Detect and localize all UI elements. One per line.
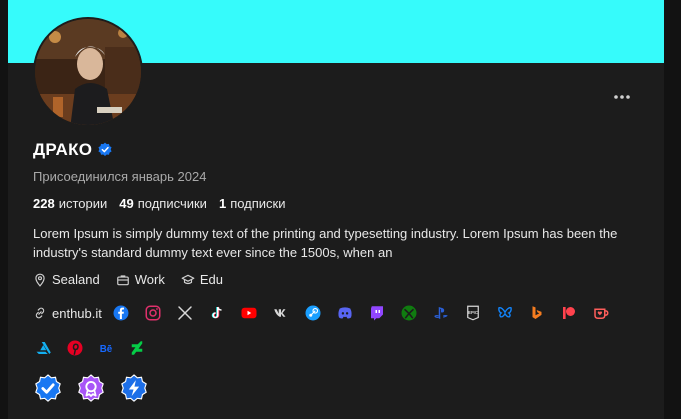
youtube-icon[interactable]	[240, 304, 258, 322]
svg-text:Bē: Bē	[100, 344, 113, 355]
xbox-icon[interactable]	[400, 304, 418, 322]
tiktok-icon[interactable]	[208, 304, 226, 322]
join-date: Присоединился январь 2024	[33, 169, 207, 184]
patreon-icon[interactable]	[560, 304, 578, 322]
profile-stats: 228 истории 49 подписчики 1 подписки	[33, 196, 286, 211]
instagram-icon[interactable]	[144, 304, 162, 322]
twitch-icon[interactable]	[368, 304, 386, 322]
link-icon	[35, 307, 45, 319]
graduation-cap-icon	[181, 274, 195, 284]
facebook-icon[interactable]	[112, 304, 130, 322]
work: Work	[116, 272, 165, 287]
education: Edu	[181, 272, 223, 287]
vk-icon[interactable]	[272, 304, 290, 322]
deviantart-icon[interactable]	[128, 339, 146, 357]
verified-icon	[98, 142, 112, 156]
location: Sealand	[33, 272, 100, 287]
artstation-icon[interactable]	[35, 339, 53, 357]
profile-name: ДРАКО	[33, 140, 93, 159]
more-options-button[interactable]	[612, 89, 632, 105]
website-link[interactable]: enthub.it	[33, 306, 102, 321]
svg-text:EPIC: EPIC	[468, 310, 478, 315]
followers-stat[interactable]: 49 подписчики	[119, 196, 207, 211]
discord-icon[interactable]	[336, 304, 354, 322]
epic-games-icon[interactable]: EPIC	[464, 304, 482, 322]
x-icon[interactable]	[176, 304, 194, 322]
briefcase-icon	[116, 274, 129, 285]
following-stat[interactable]: 1 подписки	[219, 196, 286, 211]
social-links-row-2: Bē	[35, 338, 159, 358]
social-links-row: enthub.it EPIC	[33, 303, 624, 323]
profile-bio: Lorem Ipsum is simply dummy text of the …	[33, 226, 618, 260]
pinterest-icon[interactable]	[66, 339, 84, 357]
location-pin-icon	[35, 273, 45, 287]
boost-badge[interactable]	[119, 374, 149, 404]
behance-icon[interactable]: Bē	[97, 339, 115, 357]
stories-stat[interactable]: 228 истории	[33, 196, 107, 211]
profile-name-row: ДРАКО	[33, 140, 113, 160]
bing-icon[interactable]	[528, 304, 546, 322]
profile-meta: Sealand Work Edu	[33, 272, 223, 287]
badges-row	[33, 374, 149, 404]
steam-icon[interactable]	[304, 304, 322, 322]
avatar[interactable]	[33, 17, 143, 127]
verified-badge[interactable]	[33, 374, 63, 404]
premium-badge[interactable]	[76, 374, 106, 404]
kofi-icon[interactable]	[592, 304, 610, 322]
more-icon	[614, 95, 630, 99]
playstation-icon[interactable]	[432, 304, 450, 322]
bluesky-icon[interactable]	[496, 304, 514, 322]
